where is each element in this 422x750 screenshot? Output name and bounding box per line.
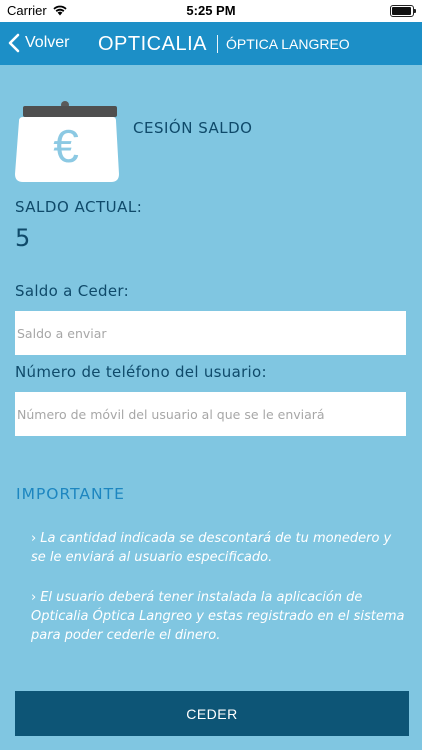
balance-value: 5 — [15, 224, 31, 252]
back-label: Volver — [25, 34, 70, 51]
svg-text:€: € — [53, 120, 79, 172]
clock: 5:25 PM — [186, 3, 236, 18]
status-bar: Carrier 5:25 PM — [0, 0, 422, 22]
phone-input[interactable] — [15, 392, 406, 436]
info-note: › El usuario deberá tener instalada la ap… — [31, 588, 406, 645]
chevron-right-icon: › — [31, 590, 37, 605]
chevron-left-icon — [8, 33, 20, 53]
opticalia-logo: OPTICALIA — [98, 32, 207, 55]
ceder-button[interactable]: CEDER — [15, 691, 409, 736]
euro-wallet-icon: € — [15, 101, 119, 182]
navigation-bar: Volver OPTICALIA ÓPTICA LANGREO — [0, 22, 422, 65]
phone-label: Número de teléfono del usuario: — [15, 363, 267, 381]
page-title: CESIÓN SALDO — [133, 119, 253, 137]
store-name: ÓPTICA LANGREO — [225, 36, 350, 52]
info-note-text: La cantidad indicada se descontará de tu… — [31, 531, 392, 565]
info-note: › La cantidad indicada se descontará de t… — [31, 529, 406, 567]
balance-label: SALDO ACTUAL: — [15, 198, 143, 216]
info-note-text: El usuario deberá tener instalada la apl… — [31, 590, 405, 643]
brand-divider — [216, 35, 218, 53]
chevron-right-icon: › — [31, 531, 37, 546]
brand: OPTICALIA ÓPTICA LANGREO — [98, 31, 350, 57]
amount-input[interactable] — [15, 311, 406, 355]
important-title: IMPORTANTE — [16, 485, 125, 503]
back-button[interactable]: Volver — [8, 30, 69, 56]
battery-icon — [390, 5, 416, 17]
amount-label: Saldo a Ceder: — [15, 282, 129, 300]
